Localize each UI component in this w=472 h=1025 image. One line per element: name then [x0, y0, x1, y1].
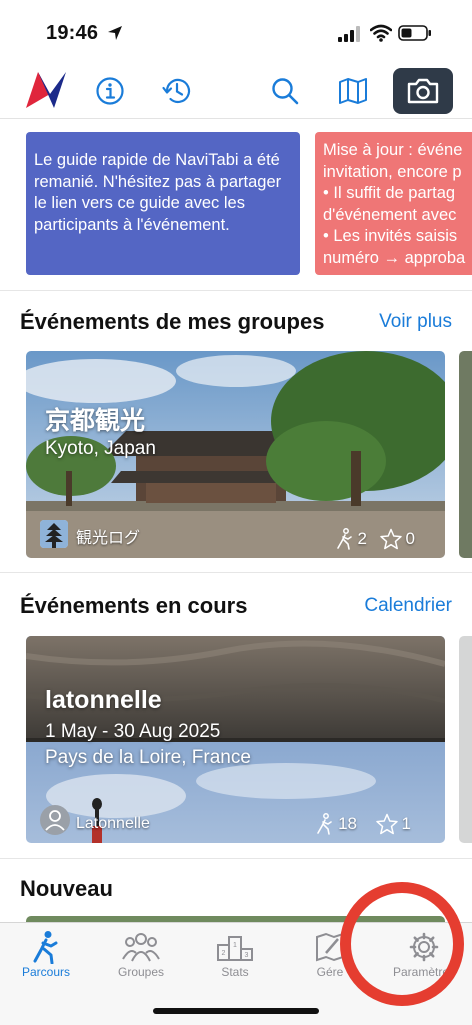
svg-text:1: 1 — [233, 942, 237, 949]
guide-banner[interactable]: Le guide rapide de NaviTabi a été remani… — [26, 132, 300, 275]
location-arrow-icon — [108, 26, 122, 40]
camera-icon — [407, 78, 439, 104]
svg-text:3: 3 — [245, 952, 249, 959]
tab-parcours[interactable]: Parcours — [6, 929, 86, 979]
walker-icon — [317, 813, 332, 835]
card-dates: 1 May - 30 Aug 2025 — [45, 721, 221, 742]
walker-icon — [33, 931, 58, 964]
home-indicator — [153, 1008, 319, 1014]
card-location: Kyoto, Japan — [45, 438, 156, 459]
owner-avatar — [40, 520, 68, 548]
card-title: 京都観光 — [45, 407, 146, 435]
event-card-next[interactable] — [459, 636, 472, 843]
card-title: latonnelle — [45, 686, 162, 714]
battery-icon — [398, 25, 431, 41]
stars-count: 1 — [375, 813, 411, 835]
owner-avatar — [40, 805, 70, 835]
card-owner: Latonnelle — [76, 815, 150, 832]
update-banner[interactable]: Mise à jour : événe invitation, encore p… — [315, 132, 472, 275]
status-bar: 19:46 — [0, 0, 472, 62]
walkers-count: 2 — [336, 528, 367, 550]
stars-count: 0 — [379, 528, 415, 550]
event-card-kyoto[interactable]: 京都観光 Kyoto, Japan 観光ログ 2 0 — [26, 351, 445, 558]
event-card-latonnelle[interactable]: latonnelle 1 May - 30 Aug 2025 Pays de l… — [26, 636, 445, 843]
divider — [0, 858, 472, 859]
top-toolbar — [0, 62, 472, 119]
status-time: 19:46 — [46, 22, 99, 44]
card-location: Pays de la Loire, France — [45, 747, 251, 768]
person-icon — [45, 810, 65, 831]
see-more-link[interactable]: Voir plus — [379, 311, 452, 333]
highlight-circle — [340, 882, 464, 1006]
tab-groupes[interactable]: Groupes — [101, 929, 181, 979]
star-icon — [375, 813, 398, 835]
app-logo[interactable] — [24, 70, 68, 110]
star-icon — [379, 528, 402, 550]
divider — [0, 290, 472, 291]
history-icon[interactable] — [161, 75, 193, 107]
divider — [0, 572, 472, 573]
calendar-link[interactable]: Calendrier — [364, 595, 452, 617]
podium-icon: 12 3 — [217, 936, 253, 961]
camera-button[interactable] — [393, 68, 453, 114]
search-icon[interactable] — [270, 76, 300, 106]
section-title-groups: Événements de mes groupes — [20, 309, 325, 334]
card-owner: 観光ログ — [76, 530, 141, 547]
group-icon — [122, 933, 160, 962]
section-title-new: Nouveau — [20, 876, 113, 901]
signal-icon — [338, 26, 360, 42]
walker-icon — [336, 528, 352, 550]
wifi-icon — [370, 24, 392, 42]
info-icon[interactable] — [95, 76, 125, 106]
walkers-count: 18 — [316, 813, 357, 835]
map-icon[interactable] — [338, 76, 368, 106]
svg-text:2: 2 — [222, 950, 226, 957]
section-title-current: Événements en cours — [20, 593, 248, 618]
tab-stats[interactable]: 123 Stats — [195, 929, 275, 979]
event-card-next[interactable] — [459, 351, 472, 558]
